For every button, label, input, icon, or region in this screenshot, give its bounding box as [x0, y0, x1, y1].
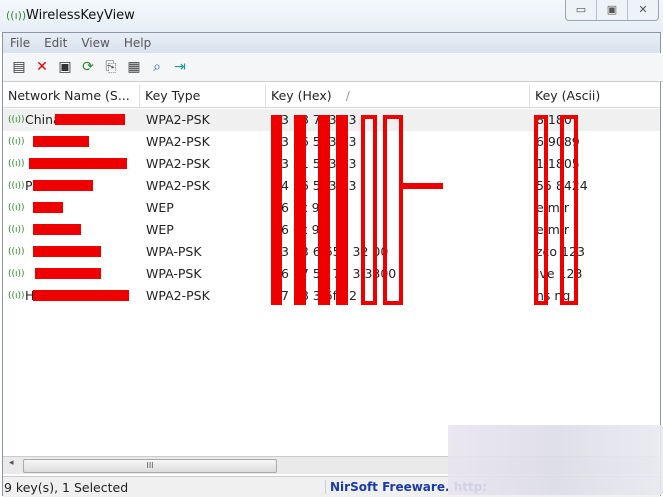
redaction-mark	[271, 115, 282, 305]
wifi-icon: ((ı))	[8, 115, 25, 125]
column-key-ascii[interactable]: Key (Ascii)	[530, 85, 660, 107]
app-icon: ((ı))	[6, 9, 27, 22]
redaction-mark	[534, 115, 548, 305]
redaction-mark	[35, 268, 101, 279]
redaction-mark	[383, 115, 403, 305]
key-type: WEP	[146, 200, 174, 215]
wifi-icon: ((ı))	[8, 181, 25, 191]
column-network-name[interactable]: Network Name (S...	[3, 85, 140, 107]
redaction-mark	[29, 158, 127, 169]
exit-icon[interactable]: ⇥	[170, 57, 190, 77]
redaction-mark	[33, 290, 129, 301]
redaction-mark	[560, 115, 578, 305]
column-key-hex-label: Key (Hex)	[271, 88, 332, 103]
column-key-hex[interactable]: Key (Hex) /	[266, 85, 530, 107]
redaction-mark	[33, 246, 101, 257]
properties-icon[interactable]: ▤	[9, 57, 29, 77]
key-hex: 36 77 56 74 3 3300	[273, 266, 397, 281]
redaction-mark	[33, 224, 81, 235]
maximize-button[interactable]: ▣	[596, 0, 627, 20]
find-icon[interactable]: ⌕	[147, 57, 167, 77]
redaction-mark	[318, 115, 330, 305]
wifi-icon: ((ı))	[8, 159, 25, 169]
key-type: WPA2-PSK	[146, 134, 210, 149]
key-type: WPA2-PSK	[146, 288, 210, 303]
wifi-icon: ((ı))	[8, 269, 25, 279]
title-bar: ((ı)) WirelessKeyView ▭ ▣ ✕	[0, 0, 663, 32]
redaction-mark	[33, 180, 93, 191]
redaction-mark	[294, 115, 306, 305]
window-title: WirelessKeyView	[26, 8, 135, 23]
key-type: WPA2-PSK	[146, 112, 210, 127]
column-key-type[interactable]: Key Type	[140, 85, 266, 107]
copy-icon[interactable]: ⎘	[101, 57, 121, 77]
minimize-button[interactable]: ▭	[566, 0, 596, 20]
menu-help[interactable]: Help	[117, 33, 158, 53]
redaction-mark	[55, 114, 125, 125]
refresh-icon[interactable]: ⟳	[78, 57, 98, 77]
wifi-icon: ((ı))	[8, 203, 25, 213]
network-name: P	[25, 178, 33, 193]
redaction-mark	[336, 115, 348, 305]
redaction-mark	[401, 183, 443, 189]
menu-edit[interactable]: Edit	[37, 33, 74, 53]
key-type: WPA2-PSK	[146, 178, 210, 193]
list-header: Network Name (S... Key Type Key (Hex) / K…	[3, 85, 660, 108]
menu-file[interactable]: File	[3, 33, 37, 53]
wifi-icon: ((ı))	[8, 291, 25, 301]
save-icon[interactable]: ▣	[55, 57, 75, 77]
report-icon[interactable]: ▦	[124, 57, 144, 77]
menu-bar: File Edit View Help	[3, 33, 660, 53]
redaction-mark	[33, 136, 89, 147]
toolbar: ▤ ✕ ▣ ⟳ ⎘ ▦ ⌕ ⇥	[3, 53, 663, 82]
scrollbar-thumb[interactable]: III	[23, 459, 277, 473]
key-type: WPA-PSK	[146, 266, 202, 281]
scroll-left-arrow-icon[interactable]: ◂	[9, 458, 14, 468]
blurred-overlay	[448, 425, 663, 495]
menu-view[interactable]: View	[74, 33, 116, 53]
redaction-mark	[33, 202, 63, 213]
key-type: WPA-PSK	[146, 244, 202, 259]
sort-indicator: /	[345, 88, 350, 103]
status-count: 9 key(s), 1 Selected	[4, 480, 129, 495]
wifi-icon: ((ı))	[8, 137, 25, 147]
key-type: WPA2-PSK	[146, 156, 210, 171]
wifi-icon: ((ı))	[8, 225, 25, 235]
close-button[interactable]: ✕	[627, 0, 658, 20]
key-type: WEP	[146, 222, 174, 237]
delete-icon[interactable]: ✕	[32, 57, 52, 77]
redaction-mark	[361, 115, 377, 305]
wifi-icon: ((ı))	[8, 247, 25, 257]
